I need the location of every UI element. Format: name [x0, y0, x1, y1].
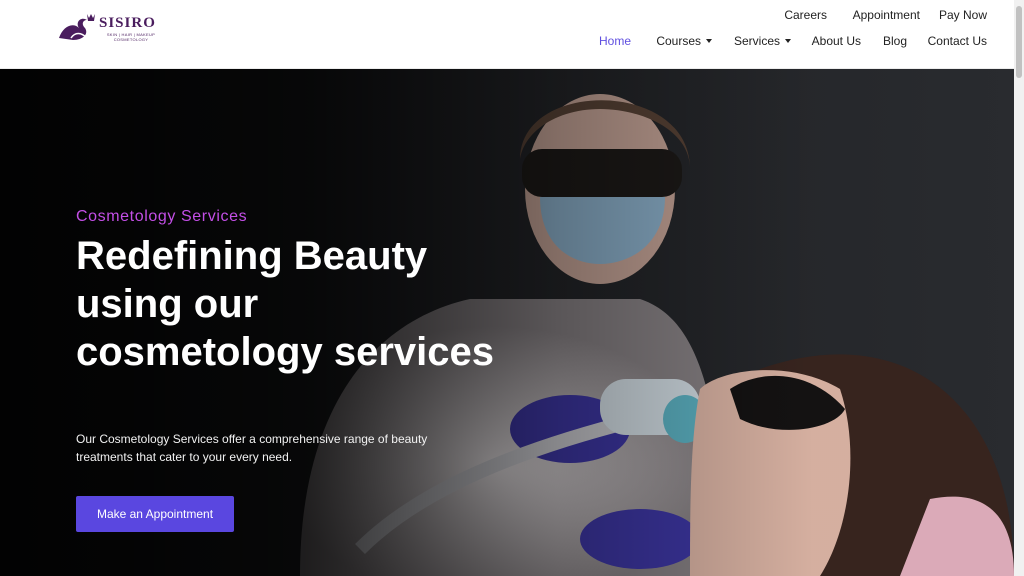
brand-tagline: SKIN | HAIR | MAKEUP COSMETOLOGY	[106, 32, 156, 42]
hero-headline: Redefining Beauty using our cosmetology …	[76, 234, 494, 374]
top-nav-pay-now[interactable]: Pay Now	[939, 8, 987, 22]
top-nav-appointment[interactable]: Appointment	[853, 8, 920, 22]
nav-item-label: Courses	[656, 34, 701, 48]
brand-logo[interactable]: SISIRO SKIN | HAIR | MAKEUP COSMETOLOGY	[57, 12, 167, 44]
brand-name: SISIRO	[99, 15, 156, 31]
page-scrollbar[interactable]	[1014, 0, 1024, 576]
nav-item-label: Home	[598, 34, 631, 48]
top-nav-careers[interactable]: Careers	[784, 8, 827, 22]
scrollbar-thumb[interactable]	[1016, 6, 1022, 78]
nav-item-label: Services	[733, 34, 780, 48]
nav-item-label: Blog	[882, 34, 907, 48]
hero-eyebrow: Cosmetology Services	[76, 208, 248, 225]
nav-item-about-us[interactable]: About Us	[812, 34, 861, 48]
nav-item-courses[interactable]: Courses	[656, 34, 712, 48]
hero-section: Cosmetology Services Redefining Beauty u…	[0, 69, 1014, 576]
nav-item-blog[interactable]: Blog	[883, 34, 907, 48]
nav-item-home[interactable]: Home	[599, 34, 631, 48]
nav-item-label: Contact Us	[927, 34, 987, 48]
nav-item-contact-us[interactable]: Contact Us	[928, 34, 987, 48]
chevron-down-icon	[706, 39, 712, 43]
make-appointment-button[interactable]: Make an Appointment	[76, 496, 234, 532]
swan-logo-icon	[59, 14, 95, 40]
chevron-down-icon	[785, 39, 791, 43]
nav-item-label: About Us	[811, 34, 861, 48]
nav-item-services[interactable]: Services	[734, 34, 791, 48]
site-header: SISIRO SKIN | HAIR | MAKEUP COSMETOLOGY …	[0, 0, 1014, 69]
hero-description: Our Cosmetology Services offer a compreh…	[76, 432, 428, 464]
